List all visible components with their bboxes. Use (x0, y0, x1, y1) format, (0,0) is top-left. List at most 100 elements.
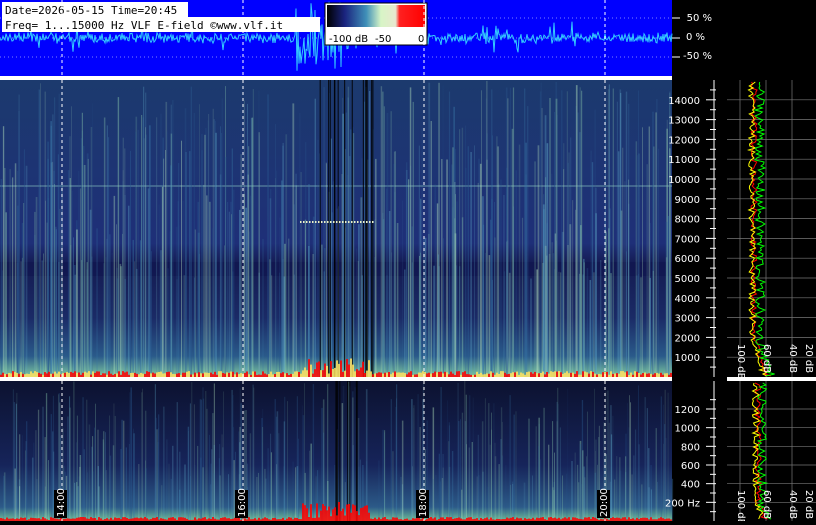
lowfreq-energy (536, 373, 538, 377)
sferic-streak (267, 94, 269, 378)
lowfreq-energy (646, 373, 648, 377)
lowfreq-energy (130, 373, 132, 377)
lowfreq-energy (2, 372, 4, 377)
lowfreq-energy (316, 362, 318, 377)
lowfreq-energy (128, 374, 130, 377)
sferic-streak (11, 179, 13, 377)
sferic-streak-low (354, 387, 356, 521)
sferic-streak-low (221, 434, 223, 521)
sferic-streak-low (284, 396, 286, 521)
lowfreq-energy (550, 371, 552, 377)
lowfreq-energy (218, 371, 220, 377)
sferic-streak-low (476, 476, 478, 521)
sferic-streak-low (292, 461, 294, 521)
sferic-streak-low (635, 429, 637, 521)
lowfreq-energy (156, 372, 158, 377)
lowfreq-energy (188, 371, 190, 377)
lowfreq-energy (284, 373, 286, 377)
sferic-streak (91, 256, 93, 377)
lowfreq-energy (664, 373, 666, 377)
lowfreq-energy (446, 372, 448, 377)
lowfreq-energy (556, 371, 558, 377)
lowfreq-energy (44, 372, 46, 377)
lowfreq-energy (260, 374, 262, 377)
sferic-streak-low (472, 397, 474, 521)
lowfreq-energy (372, 374, 374, 377)
lowfreq-energy (546, 372, 548, 377)
lowfreq-energy (562, 373, 564, 377)
sferic-streak (119, 263, 122, 377)
lowfreq-energy (66, 372, 68, 377)
sferic-streak (35, 197, 38, 377)
sferic-streak (4, 168, 6, 377)
lowfreq-energy (272, 374, 274, 377)
lowfreq-energy (90, 374, 92, 377)
sferic-streak-low (94, 427, 95, 521)
lowfreq-energy (414, 374, 416, 377)
freq-tick-label: 5000 (675, 274, 700, 285)
signal-dot (342, 221, 344, 223)
lowfreq-energy (10, 373, 12, 377)
lowfreq-energy (362, 361, 364, 377)
lowfreq-energy-low (442, 517, 444, 521)
sferic-streak-low (655, 428, 657, 521)
sferic-streak (150, 251, 152, 377)
sferic-streak-low (123, 420, 125, 521)
lowfreq-energy (410, 371, 412, 377)
lowfreq-energy (320, 370, 322, 377)
sferic-streak (130, 150, 131, 377)
lowfreq-energy-low (354, 505, 356, 521)
lowfreq-energy (662, 374, 664, 377)
lowfreq-energy-low (90, 517, 92, 521)
sferic-streak (323, 87, 325, 377)
lowfreq-energy (308, 359, 310, 377)
sferic-streak-low (212, 413, 214, 521)
sferic-streak (79, 188, 82, 377)
time-tick-label: 20:00 (599, 488, 610, 517)
sferic-streak (551, 173, 553, 377)
sferic-streak (122, 137, 124, 377)
lowfreq-energy (246, 371, 248, 377)
lowfreq-energy-low (316, 503, 318, 521)
lowfreq-energy (160, 371, 162, 377)
lowfreq-energy-low (324, 506, 326, 521)
lowfreq-energy-low (470, 517, 472, 521)
sferic-streak (382, 91, 384, 377)
sferic-streak-low (464, 381, 466, 521)
sferic-streak (227, 202, 229, 377)
lowfreq-energy (460, 374, 462, 377)
sferic-streak-low (264, 468, 266, 521)
lowfreq-energy (434, 371, 436, 377)
lowfreq-energy-low (222, 517, 224, 521)
lowfreq-energy (560, 372, 562, 377)
lowfreq-energy (142, 373, 144, 377)
sferic-streak (547, 203, 549, 377)
lowfreq-energy (666, 373, 668, 377)
lowfreq-energy (150, 373, 152, 377)
dropout-line (333, 80, 336, 377)
sferic-streak (412, 101, 414, 378)
lowfreq-energy-low (554, 517, 556, 521)
freq-tick-label-low: 400 (681, 480, 700, 491)
sferic-streak (182, 200, 184, 377)
sferic-streak-low (466, 444, 467, 521)
sferic-streak-low (42, 436, 44, 521)
lowfreq-energy (478, 374, 480, 377)
sferic-streak-low (86, 399, 88, 521)
lowfreq-energy (42, 374, 44, 377)
lowfreq-energy (580, 374, 582, 377)
sferic-streak (380, 86, 383, 377)
lowfreq-energy (56, 373, 58, 377)
lowfreq-energy (294, 371, 296, 377)
lowfreq-energy-low (382, 517, 384, 521)
sferic-streak-low (44, 437, 46, 521)
lowfreq-energy (476, 371, 478, 377)
sferic-streak (441, 159, 443, 377)
lowfreq-energy (290, 373, 292, 377)
sferic-streak (616, 101, 618, 377)
sferic-streak-low (67, 416, 69, 521)
signal-dot (369, 221, 371, 223)
sferic-streak-low (556, 421, 558, 521)
sferic-streak (248, 146, 250, 377)
lowfreq-energy (652, 374, 654, 377)
